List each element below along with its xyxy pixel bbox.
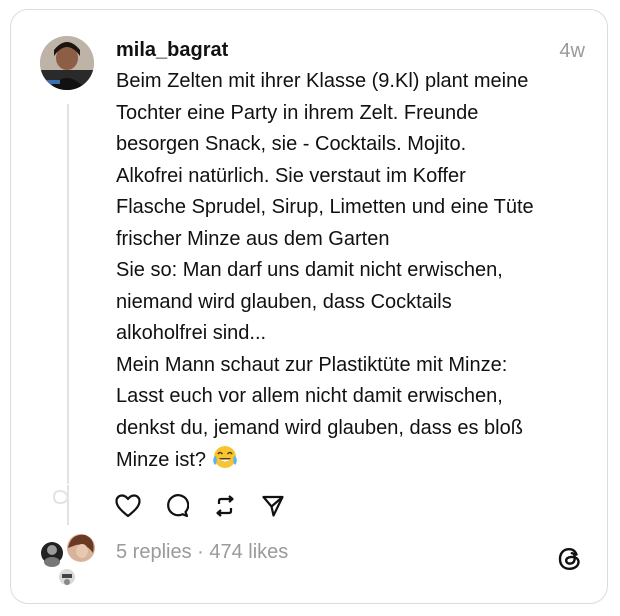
- repost-icon: [216, 495, 234, 517]
- like-button[interactable]: [114, 492, 142, 520]
- post-line: niemand wird glauben, dass Cocktails: [116, 290, 452, 313]
- post-text: Beim Zelten mit ihrer Klasse (9.Kl) plan…: [116, 66, 591, 477]
- post-line: Beim Zelten mit ihrer Klasse (9.Kl) plan…: [116, 70, 529, 92]
- post-line: Tochter eine Party in ihrem Zelt. Freund…: [116, 101, 479, 124]
- post-line-last: Minze ist?: [116, 444, 591, 477]
- post-stats[interactable]: 5 replies · 474 likes: [116, 541, 288, 564]
- send-icon: [262, 495, 284, 517]
- threads-logo-icon[interactable]: [556, 545, 584, 573]
- thread-loop-icon: [52, 485, 69, 525]
- repost-button[interactable]: [211, 492, 239, 520]
- post-line: alkoholfrei sind...: [116, 322, 267, 344]
- post-line: Mein Mann schaut zur Plastiktüte mit Min…: [116, 353, 508, 376]
- author-avatar[interactable]: [40, 36, 94, 90]
- replier-avatars[interactable]: [38, 533, 102, 589]
- username[interactable]: mila_bagrat: [116, 39, 228, 62]
- post-line-text: Minze ist?: [116, 449, 207, 471]
- post-line: Flasche Sprudel, Sirup, Limetten und ein…: [116, 196, 534, 218]
- post-line: besorgen Snack, sie - Cocktails. Mojito.: [116, 133, 467, 155]
- post-line: Sie so: Man darf uns damit nicht erwisch…: [116, 259, 503, 281]
- post-line: denkst du, jemand wird glauben, dass es …: [116, 416, 523, 439]
- post-line: frischer Minze aus dem Garten: [116, 227, 390, 250]
- heart-icon: [115, 494, 141, 518]
- replier-avatars-image: [41, 534, 95, 585]
- avatar-photo: [40, 36, 94, 90]
- face-with-tears-of-joy-icon: [212, 446, 237, 468]
- share-button[interactable]: [259, 492, 287, 520]
- comment-icon: [167, 494, 189, 518]
- post-line: Alkofrei natürlich. Sie verstaut im Koff…: [116, 164, 466, 187]
- post-line: Lasst euch vor allem nicht damit erwisch…: [116, 385, 503, 407]
- post-time: 4w: [559, 40, 585, 62]
- thread-line: [67, 104, 69, 484]
- comment-button[interactable]: [163, 492, 191, 520]
